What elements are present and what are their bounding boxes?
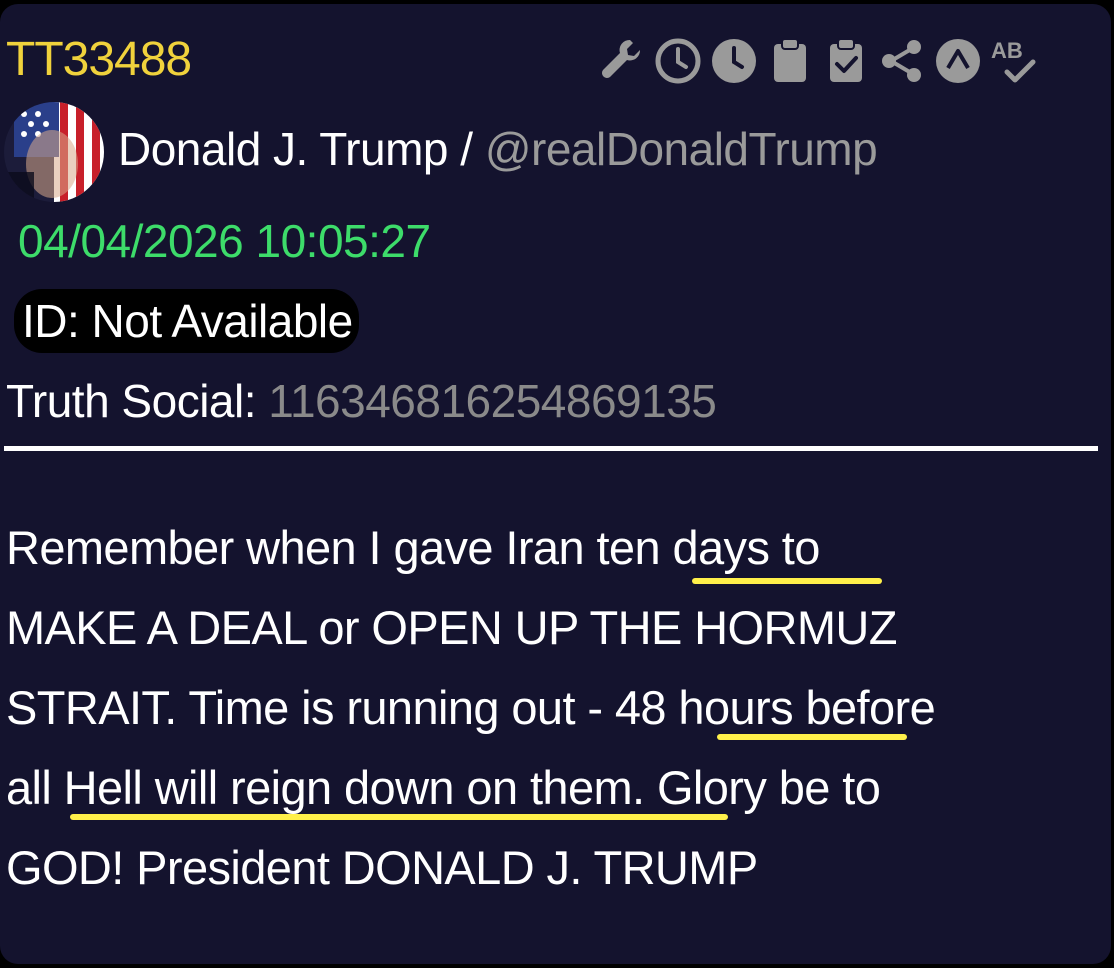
- highlight-underline-ten-days: [692, 578, 882, 584]
- post-timestamp: 04/04/2026 10:05:27: [18, 215, 431, 267]
- clipboard-icon[interactable]: [762, 33, 818, 89]
- clipboard-check-icon[interactable]: [818, 33, 874, 89]
- highlight-underline-48-hours: [717, 734, 907, 740]
- post-body-line: STRAIT. Time is running out - 48 hours b…: [6, 681, 936, 734]
- toolbar: AB: [594, 32, 1042, 90]
- post-id[interactable]: TT33488: [6, 32, 192, 87]
- spellcheck-icon[interactable]: AB: [986, 33, 1042, 89]
- truth-social-id[interactable]: 116346816254869135: [268, 375, 717, 427]
- divider: [4, 446, 1098, 451]
- truth-social-label: Truth Social:: [6, 375, 257, 427]
- author-handle[interactable]: @realDonaldTrump: [485, 123, 878, 175]
- avatar[interactable]: [4, 102, 104, 202]
- highlight-underline-hell: [70, 814, 728, 820]
- post-body-line: MAKE A DEAL or OPEN UP THE HORMUZ: [6, 601, 897, 654]
- wrench-icon[interactable]: [594, 33, 650, 89]
- clock-filled-icon[interactable]: [706, 33, 762, 89]
- caret-up-circle-icon[interactable]: [930, 33, 986, 89]
- id-badge: ID: Not Available: [14, 289, 359, 353]
- truth-social-line: Truth Social: 116346816254869135: [6, 374, 717, 428]
- post-body-line: Remember when I gave Iran ten days to: [6, 521, 820, 574]
- clock-outline-icon[interactable]: [650, 33, 706, 89]
- post-card: TT33488 AB Donald J. Trump / @realDonald…: [0, 4, 1111, 964]
- spellcheck-text: AB: [991, 38, 1023, 63]
- post-body: Remember when I gave Iran ten days to MA…: [6, 508, 1106, 908]
- author-line: Donald J. Trump / @realDonaldTrump: [118, 122, 878, 176]
- author-name[interactable]: Donald J. Trump /: [118, 123, 473, 175]
- post-body-line: GOD! President DONALD J. TRUMP: [6, 841, 758, 894]
- share-icon[interactable]: [874, 33, 930, 89]
